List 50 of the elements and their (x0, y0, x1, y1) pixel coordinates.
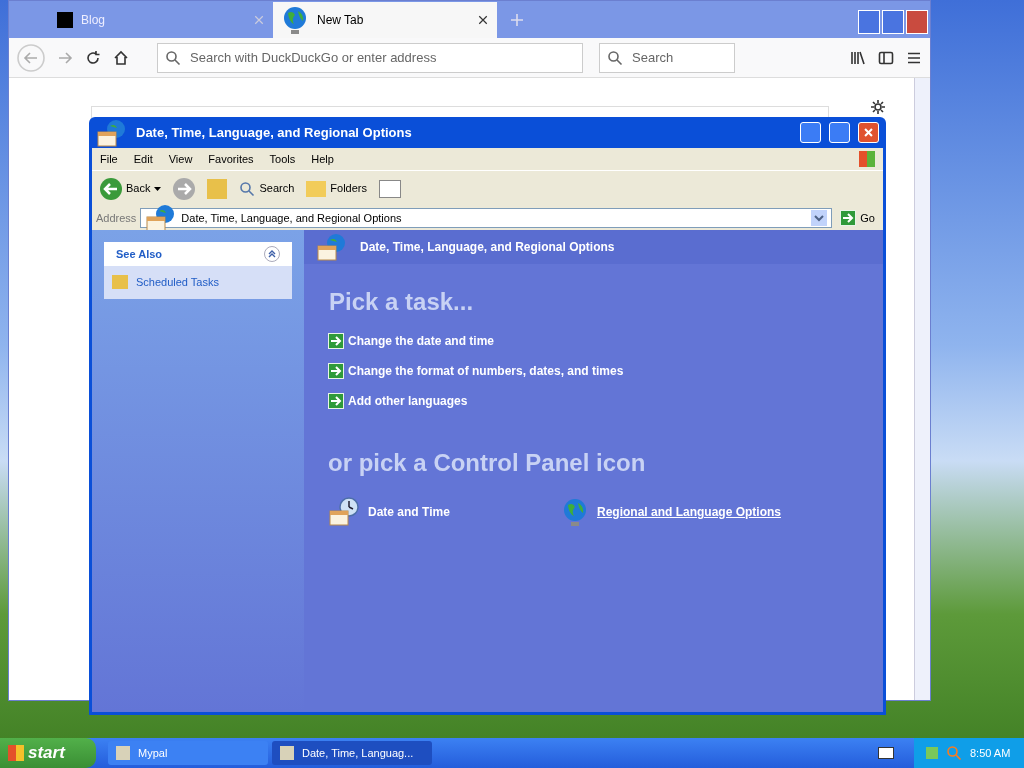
collapse-icon[interactable] (264, 246, 280, 262)
address-field[interactable]: Date, Time, Language, and Regional Options (140, 208, 833, 228)
library-icon[interactable] (850, 49, 866, 66)
menu-item[interactable]: Edit (133, 150, 153, 168)
arrow-icon (328, 333, 344, 349)
task-link[interactable]: Change the date and time (328, 332, 859, 350)
forward-icon[interactable] (173, 177, 196, 200)
panel-header: Date, Time, Language, and Regional Options (360, 239, 615, 256)
address-label: Address (96, 210, 137, 226)
reload-icon[interactable] (85, 49, 101, 66)
browser-tab[interactable]: New Tab (273, 2, 497, 38)
address-field[interactable]: Search with DuckDuckGo or enter address (157, 42, 583, 73)
arrow-icon (328, 393, 344, 409)
caret-icon (154, 186, 162, 191)
section-heading: Pick a task... (328, 287, 475, 317)
calendar-globe-icon (316, 232, 348, 262)
see-also-link[interactable]: Scheduled Tasks (112, 274, 284, 291)
menu-item[interactable]: File (100, 150, 118, 168)
section-heading: or pick a Control Panel icon (328, 448, 647, 478)
window-title: Date, Time, Language, and Regional Options (136, 123, 413, 142)
menu-item[interactable]: Help (311, 150, 334, 168)
menu-item[interactable]: Tools (269, 150, 296, 168)
folders-button[interactable]: Folders (306, 180, 367, 197)
taskbar-item[interactable]: Date, Time, Languag... (272, 741, 432, 765)
menu-item[interactable]: Favorites (208, 150, 254, 168)
arrow-icon (840, 210, 857, 226)
date-time-icon (328, 497, 360, 527)
home-icon[interactable] (113, 49, 129, 66)
go-button[interactable]: Go (836, 209, 879, 227)
sidebar-icon[interactable] (878, 49, 894, 66)
menu-item[interactable]: View (168, 150, 193, 168)
search-button[interactable]: Search (239, 180, 295, 197)
globe-icon (561, 497, 589, 527)
task-link[interactable]: Change the format of numbers, dates, and times (328, 362, 859, 380)
settings-icon[interactable] (870, 99, 886, 115)
clock: 8:50 AM (970, 745, 1011, 761)
window-icon (96, 117, 128, 148)
dropdown-icon[interactable] (811, 210, 828, 226)
panel-title: See Also (116, 246, 164, 262)
magnifier-icon (239, 180, 256, 197)
arrow-icon (328, 363, 344, 379)
scrollbar[interactable] (914, 78, 930, 700)
taskbar-item[interactable]: Mypal (108, 741, 268, 765)
back-button[interactable]: Back (100, 177, 162, 200)
search-field[interactable]: Search (599, 42, 735, 73)
back-icon (100, 177, 122, 200)
control-panel-link[interactable]: Regional and Language Options (561, 497, 794, 527)
control-panel-link[interactable]: Date and Time (328, 497, 561, 527)
forward-icon[interactable] (57, 49, 73, 66)
task-link[interactable]: Add other languages (328, 392, 859, 410)
